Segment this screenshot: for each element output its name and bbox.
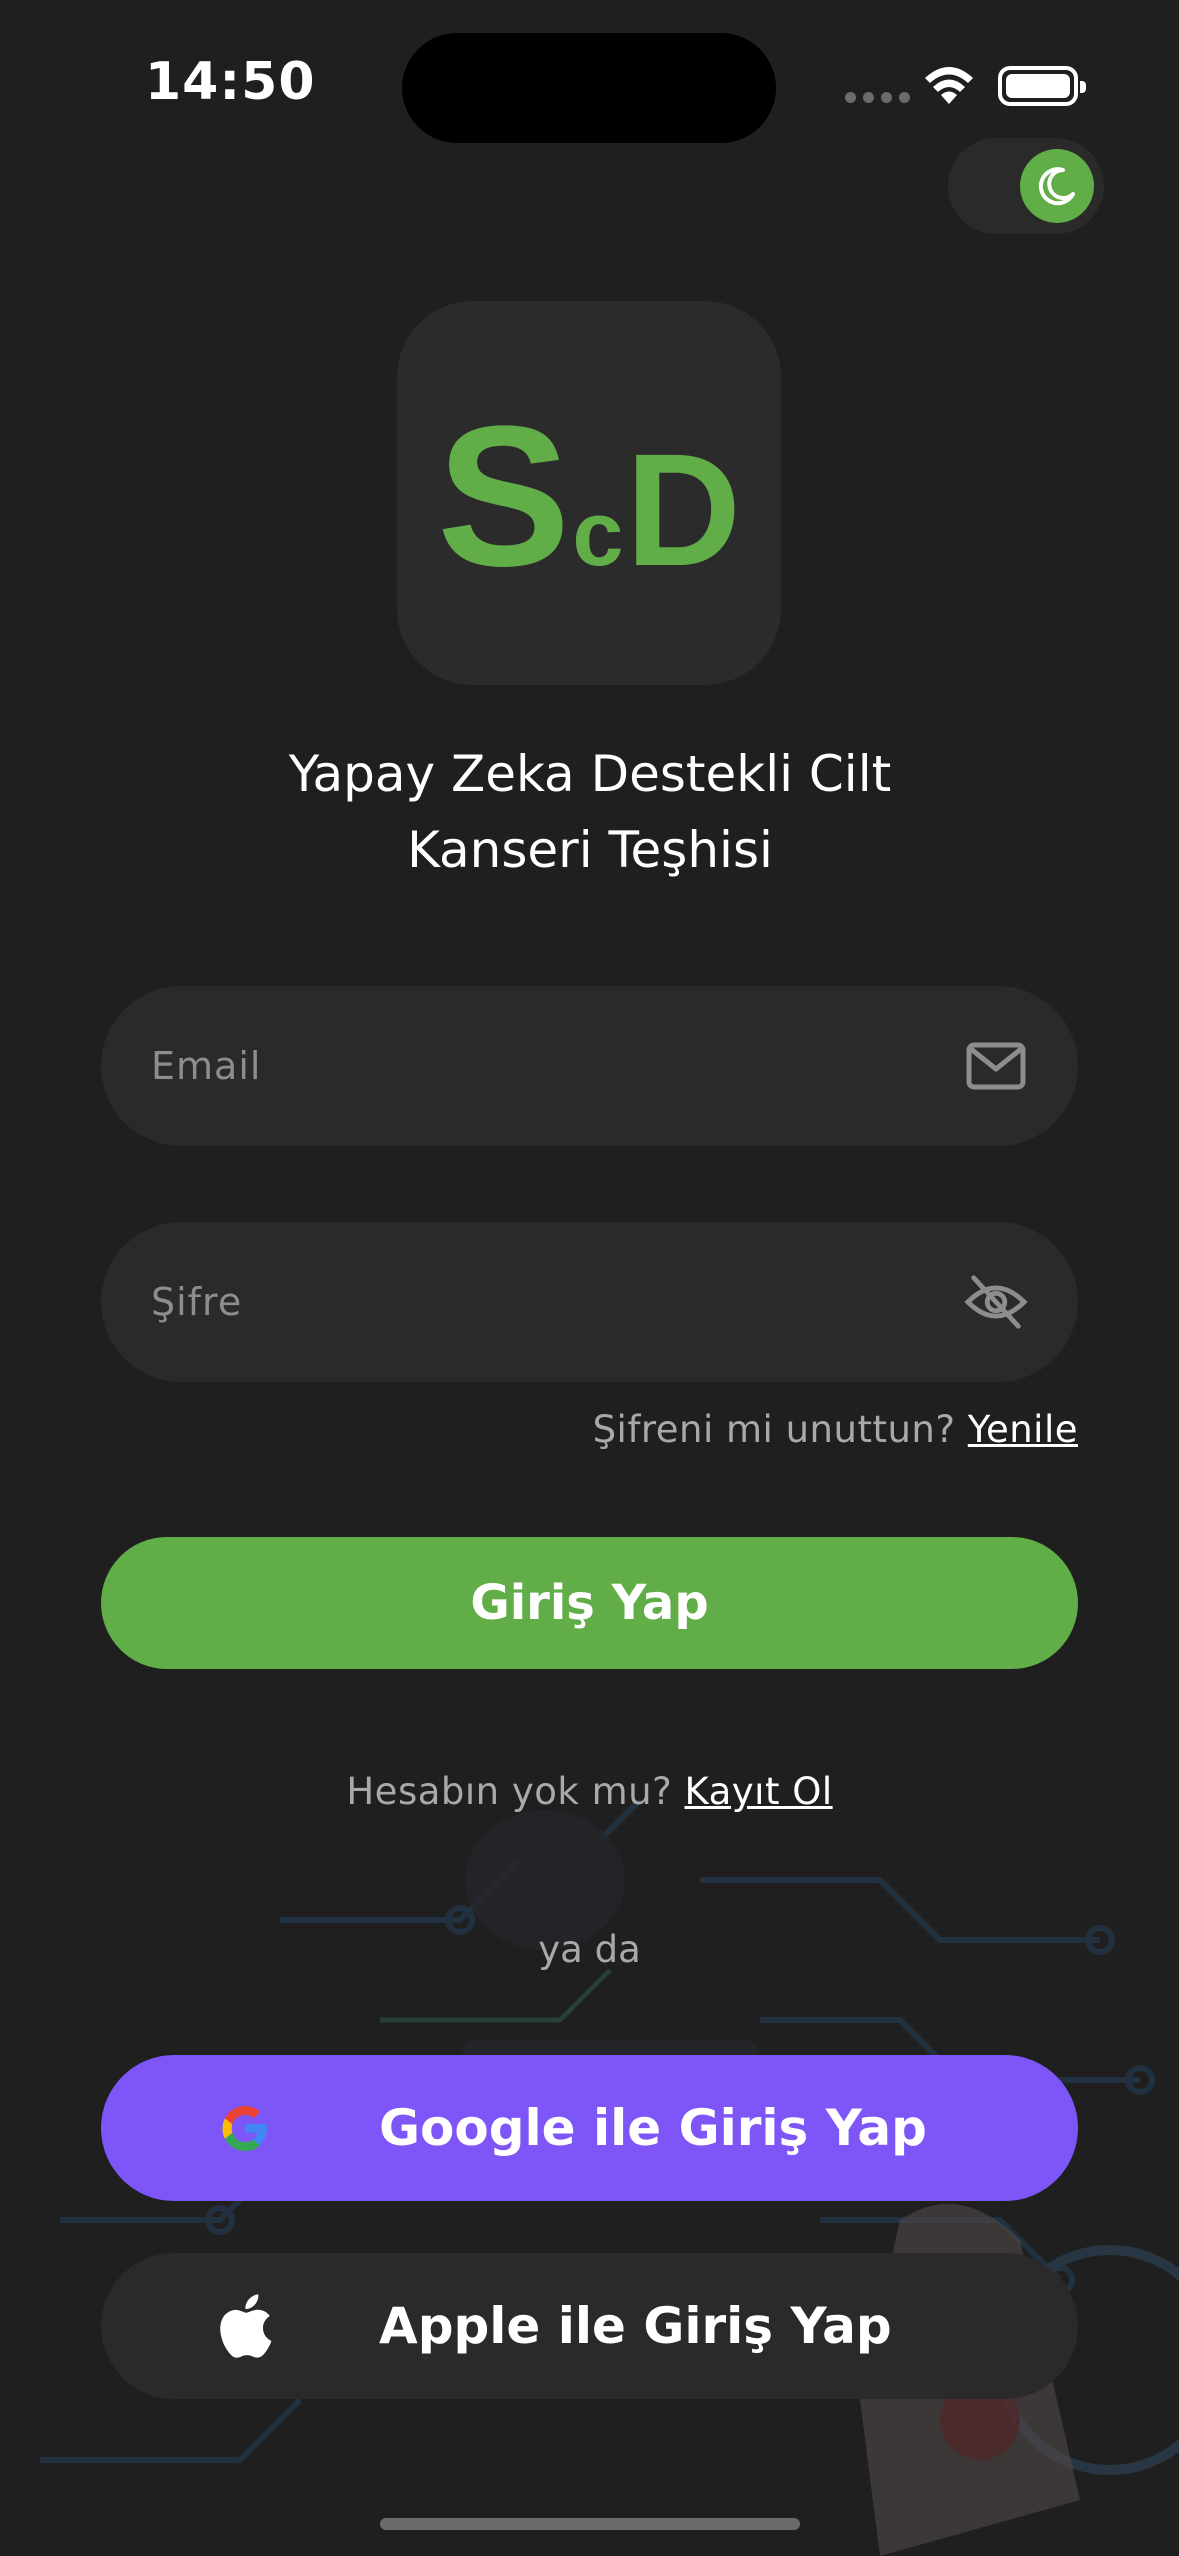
apple-icon bbox=[213, 2294, 277, 2358]
battery-icon bbox=[998, 66, 1086, 106]
google-signin-label: Google ile Giriş Yap bbox=[379, 2099, 927, 2157]
eye-off-icon[interactable] bbox=[964, 1270, 1028, 1334]
forgot-password-prompt: Şifreni mi unuttun? bbox=[592, 1408, 968, 1451]
google-signin-button[interactable]: Google ile Giriş Yap bbox=[101, 2055, 1078, 2201]
password-input[interactable] bbox=[151, 1280, 964, 1324]
dynamic-island bbox=[402, 33, 776, 143]
signup-row: Hesabın yok mu? Kayıt Ol bbox=[0, 1770, 1179, 1813]
apple-signin-button[interactable]: Apple ile Giriş Yap bbox=[101, 2253, 1078, 2399]
home-indicator[interactable] bbox=[380, 2518, 800, 2530]
cellular-signal-icon bbox=[845, 92, 910, 103]
status-time: 14:50 bbox=[145, 52, 316, 112]
moon-icon[interactable] bbox=[1020, 149, 1094, 223]
logo-text: ScD bbox=[436, 385, 742, 608]
reset-password-link[interactable]: Yenile bbox=[968, 1408, 1078, 1451]
app-logo: ScD bbox=[397, 301, 781, 685]
mail-icon bbox=[964, 1034, 1028, 1098]
email-input[interactable] bbox=[151, 1044, 964, 1088]
forgot-password-row: Şifreni mi unuttun? Yenile bbox=[593, 1408, 1078, 1451]
signup-link[interactable]: Kayıt Ol bbox=[685, 1770, 833, 1813]
apple-signin-label: Apple ile Giriş Yap bbox=[379, 2297, 892, 2355]
login-screen: 14:50 ScD Yapay Zeka Destekli Cilt Kanse… bbox=[0, 0, 1179, 2556]
email-field[interactable] bbox=[101, 986, 1078, 1146]
wifi-icon bbox=[925, 67, 973, 104]
login-button[interactable]: Giriş Yap bbox=[101, 1537, 1078, 1669]
password-field[interactable] bbox=[101, 1222, 1078, 1382]
google-icon bbox=[213, 2096, 277, 2160]
signup-prompt: Hesabın yok mu? bbox=[346, 1770, 685, 1813]
app-title: Yapay Zeka Destekli Cilt Kanseri Teşhisi bbox=[288, 745, 892, 879]
or-divider: ya da bbox=[538, 1928, 641, 1971]
